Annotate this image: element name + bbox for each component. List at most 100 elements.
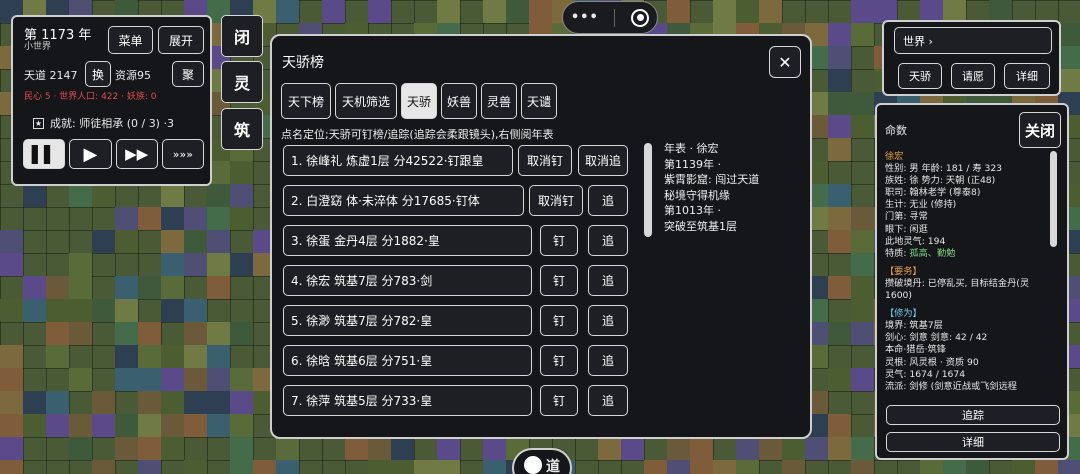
map-tile: [920, 460, 943, 474]
tab-0[interactable]: 天下榜: [281, 83, 331, 119]
tab-5[interactable]: 天谴: [521, 83, 557, 119]
map-tile: [437, 460, 460, 474]
map-tile: [851, 368, 874, 391]
map-tile: [207, 207, 230, 230]
track-entry-button[interactable]: 追: [588, 345, 628, 376]
modal-hint: 点名定位;天骄可钉榜/追踪(追踪会柔跟镜头),右侧阅年表: [281, 128, 554, 141]
world-detail-button[interactable]: 详细: [1004, 63, 1050, 89]
map-tile: [138, 207, 161, 230]
expand-button[interactable]: 展开: [158, 26, 204, 54]
tab-2[interactable]: 天骄: [401, 83, 437, 119]
duty-text: 攒破境丹: 已停乱买, 目标结金丹(灵1600): [885, 277, 1030, 302]
map-tile: [230, 460, 253, 474]
track-entry-button[interactable]: 取消追: [578, 145, 628, 176]
map-tile: [713, 460, 736, 474]
map-tile: [184, 368, 207, 391]
rank-entry[interactable]: 4. 徐宏 筑基7层 分783·剑: [283, 265, 532, 296]
world-dropdown[interactable]: 世界 ›: [894, 27, 1052, 54]
swap-button[interactable]: 换: [85, 61, 111, 87]
map-tile: [161, 391, 184, 414]
track-entry-button[interactable]: 追: [588, 225, 628, 256]
modal-close-button[interactable]: ✕: [769, 46, 801, 78]
map-tile: [368, 460, 391, 474]
gather-button[interactable]: 聚: [172, 61, 204, 87]
map-tile: [207, 368, 230, 391]
track-entry-button[interactable]: 追: [588, 305, 628, 336]
map-tile: [414, 460, 437, 474]
pin-button[interactable]: 钉: [540, 345, 578, 376]
side-button-close[interactable]: 闭: [221, 15, 263, 57]
cultivation-line: 境界: 筑基7层: [885, 320, 943, 332]
pin-button[interactable]: 取消钉: [518, 145, 572, 176]
map-tile: [1058, 460, 1080, 474]
chronicle-line: 突破至筑基1层: [664, 219, 737, 233]
tab-1[interactable]: 天机筛选: [335, 83, 397, 119]
target-icon[interactable]: [631, 8, 650, 27]
play-button[interactable]: ▶: [69, 139, 112, 169]
fast-forward-button[interactable]: ▶▶: [115, 139, 158, 169]
rank-entry[interactable]: 7. 徐萍 筑基5层 分733·皇: [283, 385, 532, 416]
map-tile: [161, 414, 184, 437]
map-tile: [230, 184, 253, 207]
pause-button[interactable]: ▌▌: [23, 139, 66, 169]
chronicle-line: 第1139年 ·: [664, 157, 721, 171]
fate-scrollbar[interactable]: [1050, 151, 1057, 247]
map-tile: [276, 437, 299, 460]
fate-close-button[interactable]: 关闭: [1019, 112, 1061, 148]
map-tile: [230, 207, 253, 230]
fastest-button[interactable]: »»»: [161, 139, 204, 169]
more-dots-icon[interactable]: •••: [571, 10, 599, 25]
ranking-scrollbar[interactable]: [644, 143, 652, 237]
menu-button[interactable]: 菜单: [108, 26, 153, 54]
pin-button[interactable]: 钉: [540, 305, 578, 336]
map-tile: [115, 368, 138, 391]
map-tile: [115, 230, 138, 253]
achievement-row[interactable]: ★ 成就: 师徒相承 (0 / 3) ·3: [33, 115, 174, 131]
pin-button[interactable]: 钉: [540, 265, 578, 296]
side-button-build[interactable]: 筑: [221, 108, 263, 150]
map-tile: [184, 253, 207, 276]
character-info-line: 生计: 无业 (修持): [885, 199, 957, 211]
map-tile: [437, 0, 460, 23]
world-panel: 世界 › 天骄 请愿 详细: [882, 20, 1061, 96]
map-tile: [621, 437, 644, 460]
map-tile: [345, 437, 368, 460]
track-button[interactable]: 追踪: [886, 405, 1060, 425]
rank-entry[interactable]: 5. 徐渺 筑基7层 分782·皇: [283, 305, 532, 336]
track-entry-button[interactable]: 追: [588, 265, 628, 296]
map-tile: [782, 437, 805, 460]
rank-entry[interactable]: 2. 白澄窈 体·未淬体 分17685·钉体: [283, 185, 524, 216]
detail-button[interactable]: 详细: [886, 432, 1060, 452]
map-tile: [1035, 460, 1058, 474]
rank-entry[interactable]: 3. 徐蛋 金丹4层 分1882·皇: [283, 225, 532, 256]
tab-4[interactable]: 灵兽: [481, 83, 517, 119]
map-tile: [161, 184, 184, 207]
map-tile: [207, 414, 230, 437]
character-info-line: 性别: 男 年龄: 181 / 寿 323: [885, 163, 1003, 175]
tab-3[interactable]: 妖兽: [441, 83, 477, 119]
track-entry-button[interactable]: 追: [588, 385, 628, 416]
tianjiao-button[interactable]: 天骄: [898, 63, 942, 89]
map-tile: [230, 368, 253, 391]
map-tile: [828, 23, 851, 46]
rank-entry[interactable]: 1. 徐峰礼 炼虚1层 分42522·钉跟皇: [283, 145, 513, 176]
rank-entry[interactable]: 6. 徐晗 筑基6层 分751·皇: [283, 345, 532, 376]
speed-controls: ▌▌ ▶ ▶▶ »»»: [23, 139, 204, 171]
map-tile: [69, 299, 92, 322]
pin-button[interactable]: 钉: [540, 385, 578, 416]
map-tile: [828, 414, 851, 437]
petition-button[interactable]: 请愿: [951, 63, 995, 89]
map-tile: [161, 207, 184, 230]
map-tile: [368, 0, 391, 23]
dao-button[interactable]: 道: [512, 448, 572, 474]
fastest-icon: »»»: [172, 147, 193, 161]
side-button-spirit[interactable]: 灵: [221, 61, 263, 103]
track-entry-button[interactable]: 追: [588, 185, 628, 216]
pin-button[interactable]: 取消钉: [529, 185, 583, 216]
map-tile: [276, 460, 299, 474]
map-tile: [184, 345, 207, 368]
map-tile: [138, 391, 161, 414]
pin-button[interactable]: 钉: [540, 225, 578, 256]
cultivation-lines: 境界: 筑基7层 剑心: 剑意 剑意: 42 / 42 本命·猎岳·筑锋 灵根: 风灵…: [885, 320, 1053, 393]
tianjiao-modal: 天骄榜 ✕ 天下榜 天机筛选 天骄 妖兽 灵兽 天谴 点名定位;天骄可钉榜/追踪(追踪会柔…: [270, 34, 812, 439]
